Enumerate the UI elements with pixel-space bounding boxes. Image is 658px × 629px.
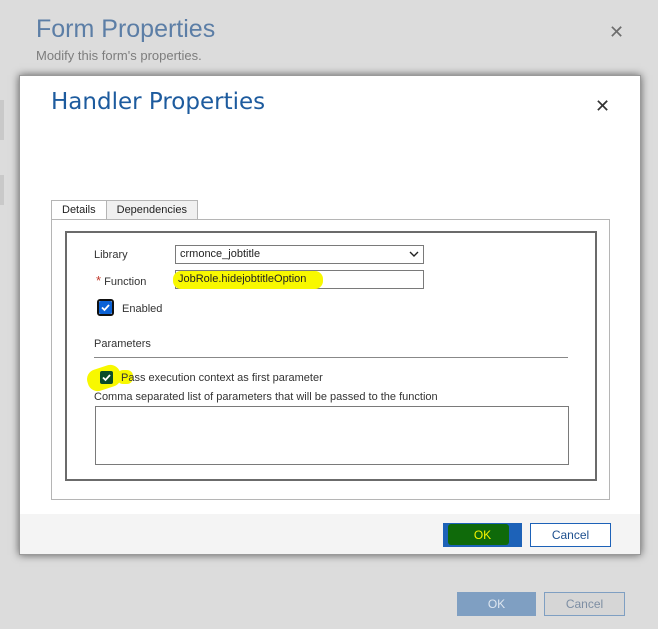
- details-fieldset: Library crmonce_jobtitle * Function JobR…: [65, 231, 597, 481]
- parameters-list-label: Comma separated list of parameters that …: [94, 391, 438, 403]
- library-selected-value: crmonce_jobtitle: [180, 248, 261, 260]
- checkmark-icon: [101, 304, 110, 312]
- section-divider: [94, 357, 568, 358]
- function-label: Function: [104, 276, 147, 288]
- parameters-textarea[interactable]: [95, 406, 569, 465]
- required-marker: *: [96, 273, 102, 288]
- pass-context-checkbox[interactable]: [100, 371, 113, 384]
- details-panel: Library crmonce_jobtitle * Function JobR…: [51, 219, 610, 500]
- tab-details[interactable]: Details: [51, 200, 107, 221]
- tab-bar: Details Dependencies: [51, 200, 198, 221]
- ok-button[interactable]: OK: [443, 523, 522, 547]
- form-properties-title: Form Properties: [36, 15, 216, 43]
- pass-context-label: Pass execution context as first paramete…: [121, 372, 323, 384]
- background-edge: [0, 175, 4, 205]
- parameters-section-label: Parameters: [94, 338, 151, 350]
- function-input[interactable]: JobRole.hidejobtitleOption: [173, 270, 424, 289]
- library-label: Library: [94, 249, 128, 261]
- tab-dependencies[interactable]: Dependencies: [105, 200, 198, 220]
- cancel-button[interactable]: Cancel: [530, 523, 611, 547]
- function-label-group: * Function: [96, 273, 146, 288]
- function-value: JobRole.hidejobtitleOption: [178, 273, 307, 285]
- enabled-checkbox[interactable]: [99, 301, 112, 314]
- form-properties-ok-button[interactable]: OK: [457, 592, 536, 616]
- ok-button-label: OK: [473, 528, 492, 542]
- dialog-title: Handler Properties: [51, 89, 266, 115]
- form-properties-close-icon[interactable]: ✕: [609, 22, 624, 43]
- background-edge: [0, 100, 4, 140]
- library-select[interactable]: crmonce_jobtitle: [175, 245, 424, 264]
- handler-properties-dialog: Handler Properties ✕ Details Dependencie…: [19, 75, 641, 555]
- close-icon[interactable]: ✕: [595, 96, 610, 117]
- chevron-down-icon: [409, 246, 419, 269]
- form-properties-subtitle: Modify this form's properties.: [36, 48, 202, 63]
- enabled-label: Enabled: [122, 303, 163, 315]
- form-properties-cancel-button[interactable]: Cancel: [544, 592, 625, 616]
- checkmark-icon: [102, 374, 111, 382]
